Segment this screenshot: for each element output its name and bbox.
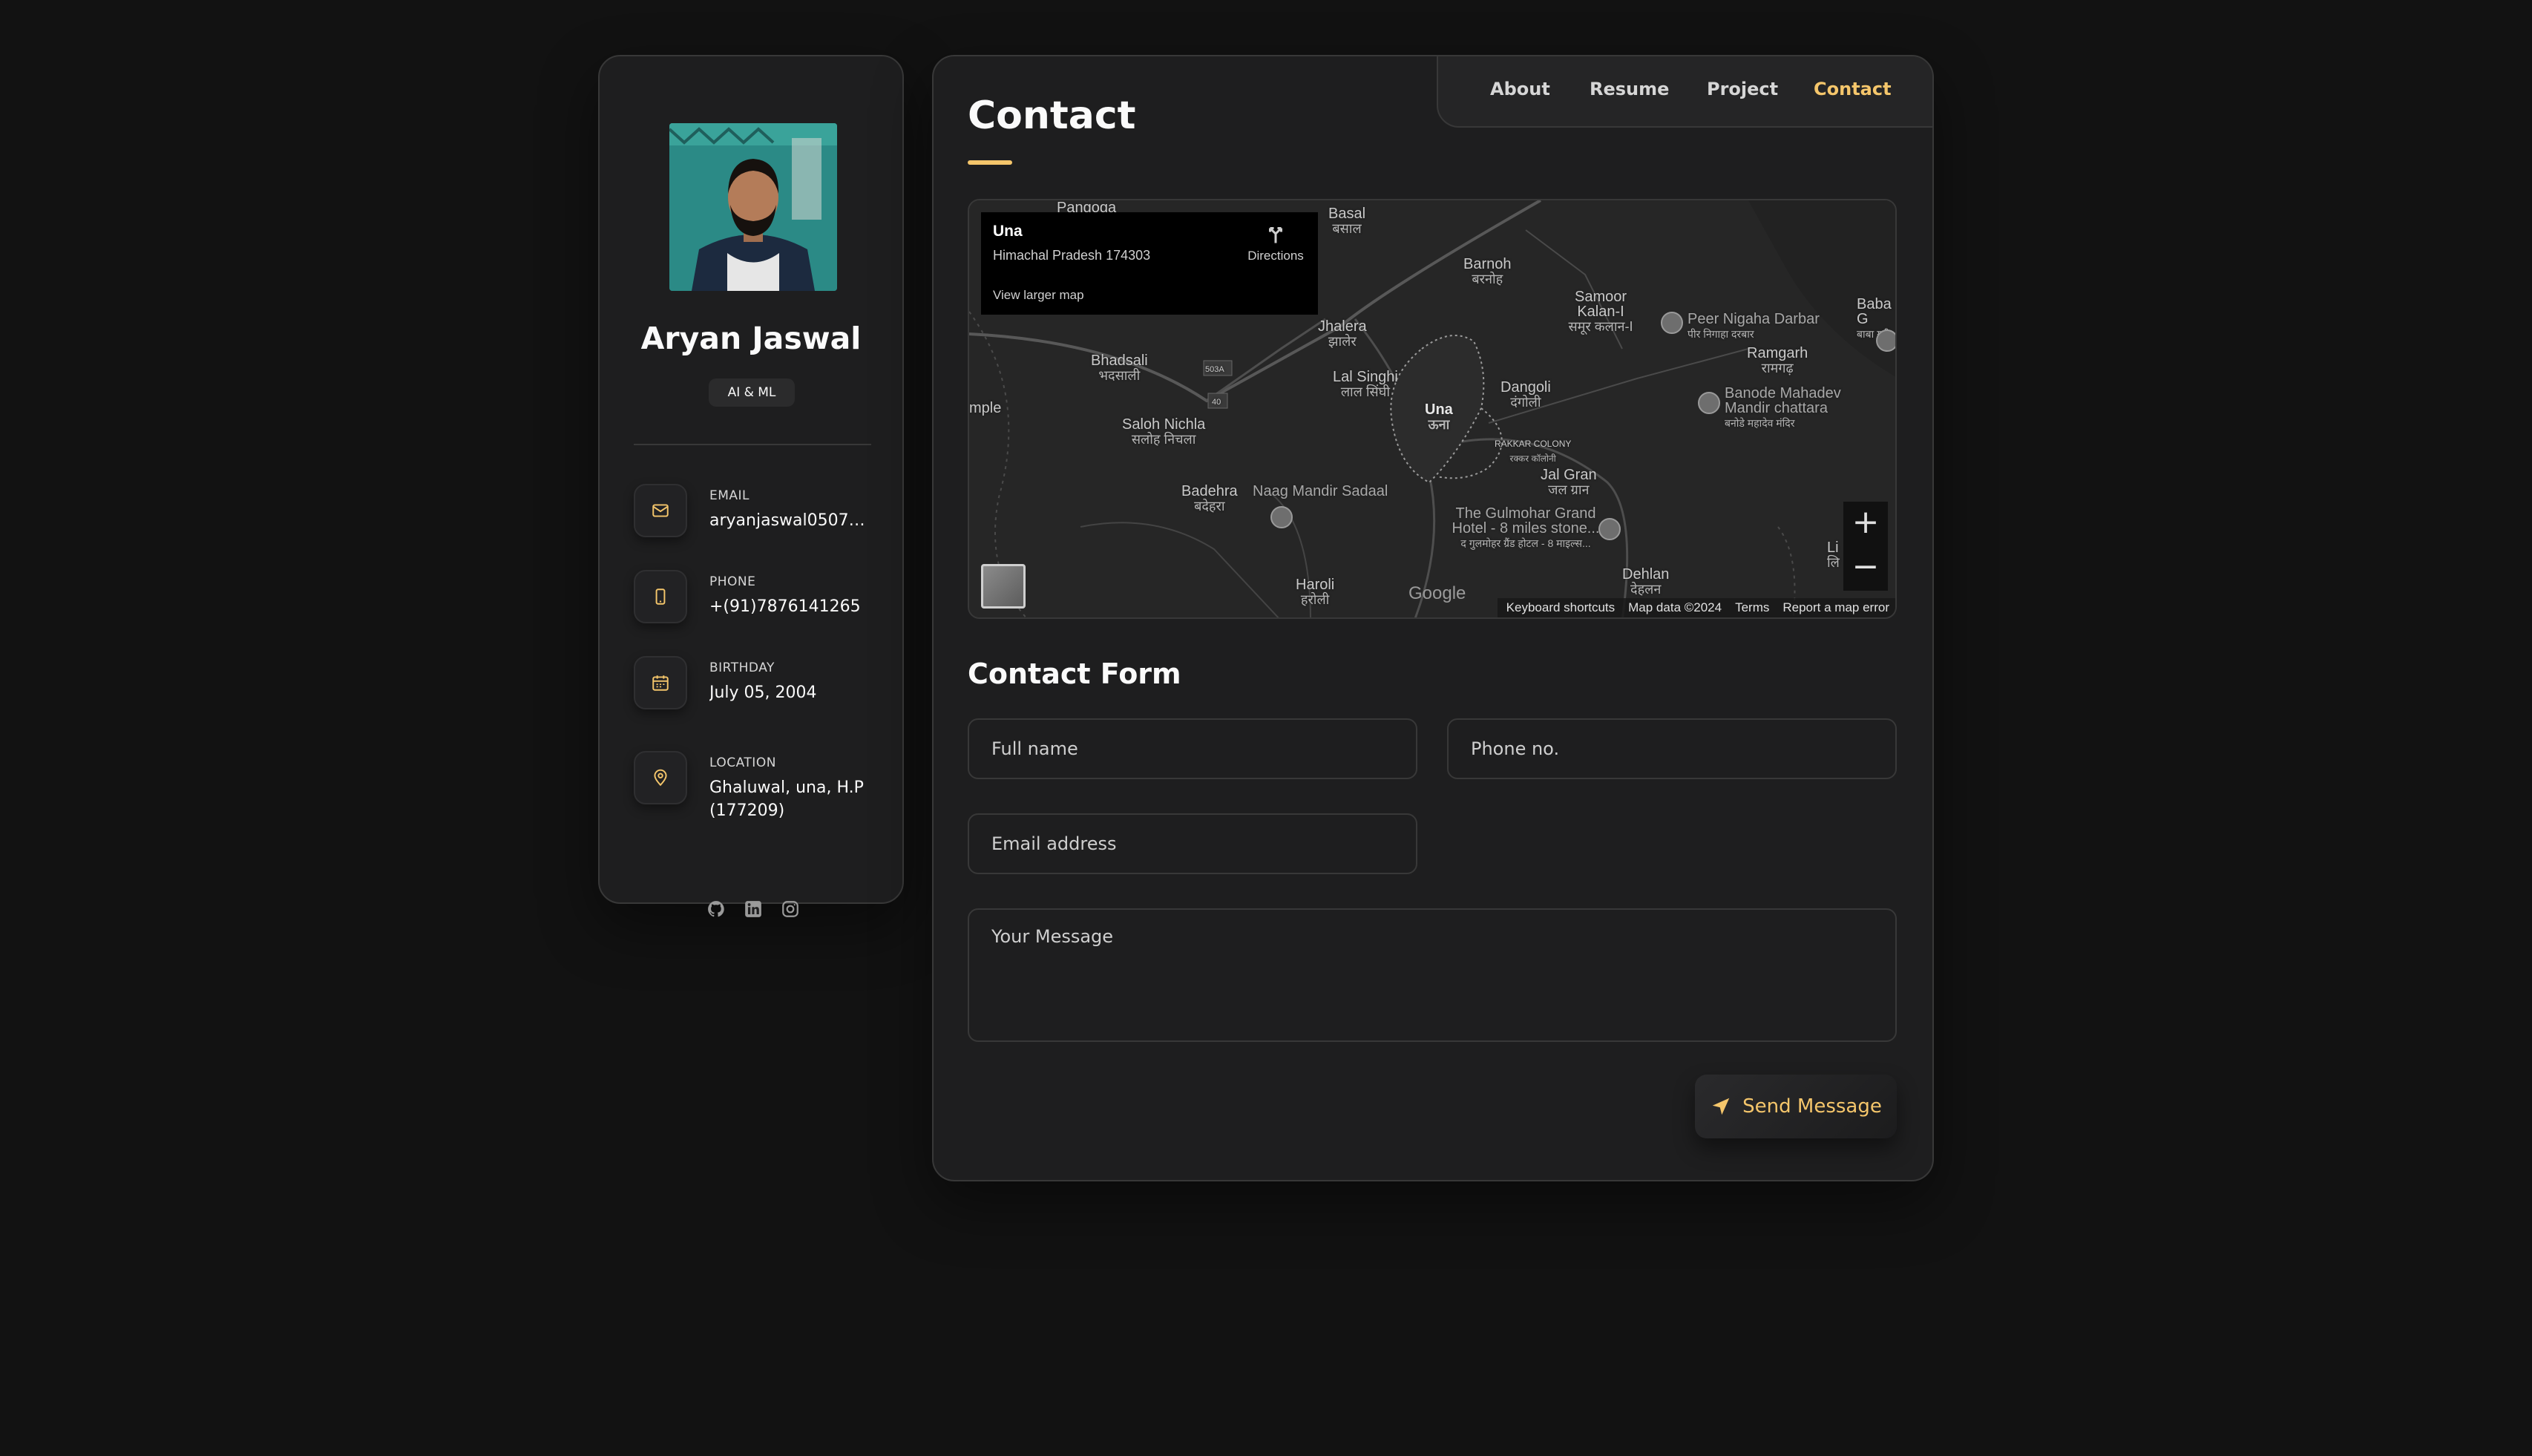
send-message-button[interactable]: Send Message — [1695, 1075, 1897, 1138]
title-underline — [968, 160, 1012, 165]
poi-marker-icon[interactable] — [1876, 329, 1895, 352]
calendar-icon — [634, 656, 687, 709]
terms-link[interactable]: Terms — [1735, 600, 1769, 615]
directions-label: Directions — [1247, 249, 1304, 263]
map-place-label: Badehra बदेहरा — [1181, 483, 1238, 514]
map-place-label: Banode Mahadev Mandir chattara बनोडे महाद… — [1725, 385, 1841, 429]
email-link[interactable]: aryanjaswal0507@gmail.com — [709, 509, 879, 532]
main-content: About Resume Project Contact Contact Pan… — [932, 55, 1934, 1181]
separator — [634, 444, 871, 445]
contact-title: Phone — [709, 574, 756, 589]
location-value: Ghaluwal, una, H.P (177209) — [709, 778, 864, 820]
map-place-label: The Gulmohar Grand Hotel - 8 miles stone… — [1452, 505, 1600, 549]
view-larger-map-link[interactable]: View larger map — [993, 288, 1084, 303]
instagram-icon[interactable] — [779, 898, 801, 920]
avatar-image — [669, 123, 837, 291]
nav-link-about[interactable]: About — [1490, 79, 1550, 99]
map-place-label: mple — [969, 400, 1002, 416]
mail-icon — [634, 484, 687, 537]
map-place-label: Barnoh बरनोह — [1463, 256, 1512, 286]
road-shield-label: 503A — [1205, 365, 1224, 374]
profile-sidebar: Aryan Jaswal AI & ML Email aryanjaswal05… — [598, 55, 904, 917]
map-place-label: Samoor Kalan-I समूर कलान-I — [1568, 289, 1633, 334]
map-layer-toggle[interactable] — [981, 564, 1026, 609]
map-data-label: Map data ©2024 — [1628, 600, 1722, 614]
profile-role-badge: AI & ML — [709, 378, 795, 407]
google-logo: Google — [1408, 583, 1466, 603]
profile-name: Aryan Jaswal — [640, 321, 862, 356]
map-place-label: Dangoli दंगोली — [1500, 379, 1551, 410]
send-message-label: Send Message — [1742, 1095, 1882, 1118]
poi-marker-icon[interactable] — [1270, 506, 1293, 528]
map-place-title: Una — [993, 223, 1023, 240]
contact-title: Location — [709, 755, 776, 770]
map-infobox: Una Himachal Pradesh 174303 Directions V… — [981, 212, 1318, 315]
navbar: About Resume Project Contact — [1437, 56, 1932, 128]
phone-input[interactable] — [1447, 718, 1897, 779]
road-shield-label: 40 — [1212, 398, 1221, 407]
github-icon[interactable] — [705, 898, 727, 920]
poi-marker-icon[interactable] — [1598, 518, 1621, 540]
map-place-label: Ramgarh रामगढ़ — [1747, 345, 1808, 376]
nav-link-contact[interactable]: Contact — [1814, 79, 1892, 99]
map-place-label: Saloh Nichla सलोह निचला — [1122, 416, 1206, 447]
keyboard-shortcuts-link[interactable]: Keyboard shortcuts — [1506, 600, 1615, 615]
nav-link-project[interactable]: Project — [1707, 79, 1778, 99]
contact-title: Birthday — [709, 660, 775, 675]
email-input[interactable] — [968, 813, 1417, 874]
poi-marker-icon[interactable] — [1661, 312, 1683, 334]
phone-icon — [634, 570, 687, 623]
map-place-label: Basal बसाल — [1328, 206, 1366, 236]
form-title: Contact Form — [968, 658, 1181, 690]
nav-link-resume[interactable]: Resume — [1590, 79, 1669, 99]
location-pin-icon — [634, 751, 687, 804]
contact-title: Email — [709, 488, 750, 503]
paper-plane-icon — [1712, 1098, 1730, 1115]
map-place-label: Jal Gran जल ग्रान — [1541, 467, 1597, 497]
poi-marker-icon[interactable] — [1698, 392, 1720, 414]
map-place-label: Naag Mandir Sadaal — [1253, 483, 1388, 499]
message-textarea[interactable] — [968, 908, 1897, 1042]
map-place-label: Una ऊना — [1425, 401, 1453, 432]
report-map-error-link[interactable]: Report a map error — [1782, 600, 1889, 615]
directions-icon — [1269, 227, 1282, 243]
birthday-value: July 05, 2004 — [709, 683, 817, 702]
map-place-label: Lal Singhi लाल सिंघी — [1333, 369, 1398, 399]
fullname-input[interactable] — [968, 718, 1417, 779]
map-place-label: RAKKAR COLONY रक्कर कॉलोनी — [1495, 439, 1572, 464]
map-place-label: Li लि — [1827, 540, 1840, 570]
map-place-label: Jhalera झालेर — [1318, 318, 1367, 349]
map-place-label: Peer Nigaha Darbar पीर निगाहा दरबार — [1688, 311, 1820, 340]
zoom-in-button[interactable]: + — [1843, 502, 1888, 546]
page-title: Contact — [968, 94, 1136, 138]
map-place-label: Bhadsali भदसाली — [1091, 352, 1148, 383]
map-embed[interactable]: Pangoga Basal बसाल Barnoh बरनोह Samoor Kal… — [968, 199, 1897, 619]
map-attribution: Keyboard shortcuts Map data ©2024 Terms … — [1497, 598, 1895, 617]
map-place-label: Dehlan देहलन — [1622, 566, 1670, 597]
zoom-out-button[interactable]: − — [1843, 546, 1888, 591]
phone-link[interactable]: +(91)7876141265 — [709, 595, 879, 618]
map-place-address: Himachal Pradesh 174303 — [993, 248, 1151, 263]
directions-button[interactable]: Directions — [1242, 223, 1309, 263]
map-place-label: Haroli हरोली — [1296, 577, 1335, 607]
linkedin-icon[interactable] — [742, 898, 764, 920]
avatar — [669, 123, 837, 291]
